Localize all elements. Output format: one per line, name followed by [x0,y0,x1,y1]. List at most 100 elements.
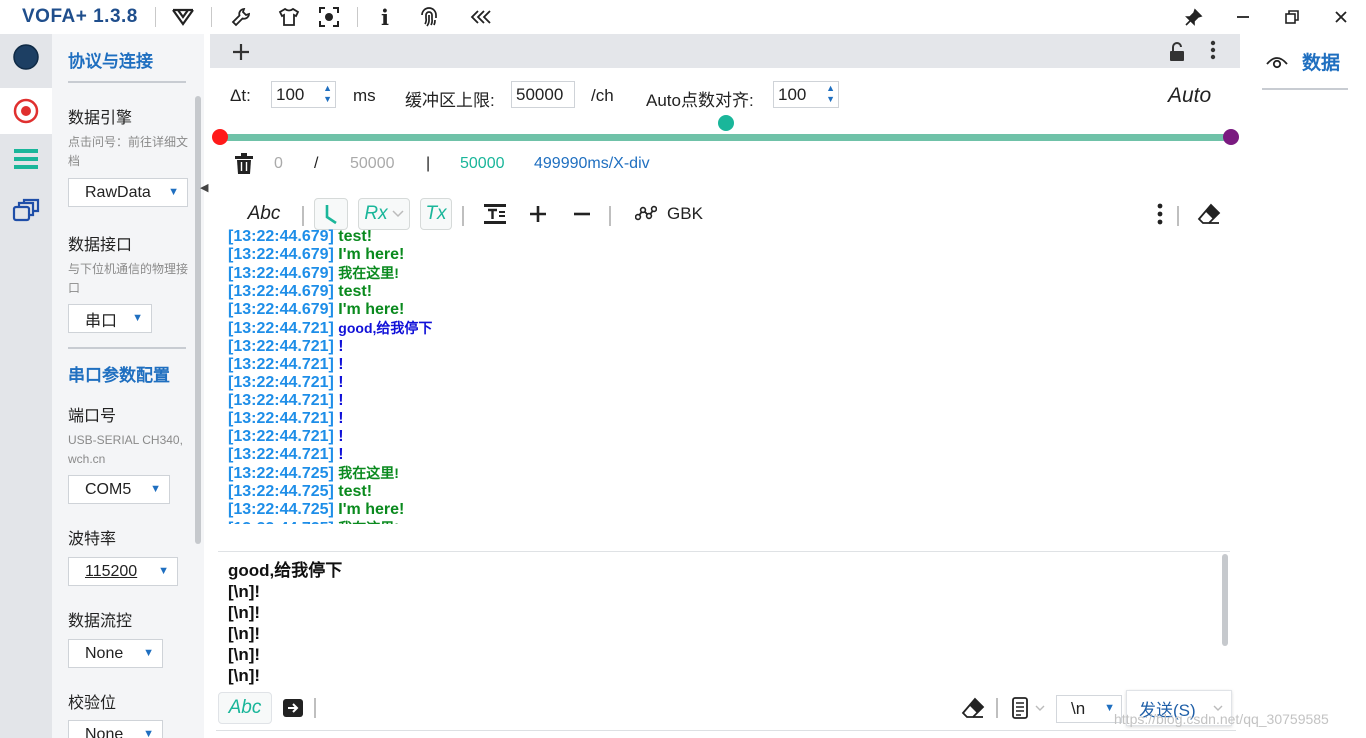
eraser-icon[interactable] [1194,198,1224,230]
section-title-protocol: 协议与连接 [68,52,153,71]
wrench-icon[interactable] [228,4,254,30]
buffer-input[interactable]: 50000 [511,81,575,108]
range-slider-mid-handle[interactable] [718,115,734,131]
section-divider [68,347,186,349]
more-vertical-icon[interactable] [1150,198,1170,230]
log-message: ! [338,446,344,463]
more-vertical-icon[interactable] [1210,40,1216,60]
collapse-panel-icon[interactable]: ◀ [200,181,208,194]
range-slider-left-handle[interactable] [212,129,228,145]
encoding-button[interactable]: GBK [626,198,712,230]
spin-arrows-icon[interactable]: ▲ ▼ [826,83,835,105]
buffer-info-row: 0 / 50000 | 50000 499990ms/X-div [210,146,1240,186]
buffer-unit: /ch [591,86,614,105]
send-file-icon[interactable] [278,692,308,724]
parity-select[interactable]: None ▼ [68,720,163,738]
auto-align-spinbox[interactable]: 100 ▲ ▼ [773,81,839,108]
left-panel-scrollbar[interactable] [195,96,201,544]
spin-arrows-icon[interactable]: ▲ ▼ [323,83,332,105]
timestamp-toggle-icon[interactable] [314,198,348,230]
log-line: [13:22:44.725] I'm here! [228,501,1228,519]
minimize-icon[interactable] [1229,3,1257,31]
send-textarea[interactable]: good,给我停下 [\n]! [\n]! [\n]! [\n]! [\n]! [228,560,1218,688]
log-message: ! [338,338,344,355]
flow-select[interactable]: None ▼ [68,639,163,668]
newline-select[interactable]: \n ▼ [1056,695,1122,723]
send-line: [\n]! [228,666,261,685]
log-timestamp: [13:22:44.679] [228,265,339,282]
dt-label: Δt: [230,86,251,105]
engine-select[interactable]: RawData ▼ [68,178,188,207]
log-message: I'm here! [338,246,405,263]
engine-hint[interactable]: 点击问号：前往详细文档 [68,133,190,171]
receive-log[interactable]: [13:22:44.679] test! [13:22:44.679] I'm h… [228,228,1228,524]
baud-select[interactable]: 115200 ▼ [68,557,178,586]
zoom-in-icon[interactable] [524,198,552,230]
auto-button[interactable]: Auto [1168,84,1211,108]
send-scrollbar[interactable] [1222,554,1228,646]
nav-connection-status[interactable] [0,34,52,80]
text-mode-button[interactable]: Abc [234,198,294,230]
log-line: [13:22:44.679] I'm here! [228,301,1228,319]
script-select[interactable] [1006,692,1050,724]
pane-divider[interactable] [218,551,1230,552]
log-line: [13:22:44.721] ! [228,446,1228,464]
send-line: good,给我停下 [228,561,343,580]
log-line: [13:22:44.679] test! [228,228,1228,246]
close-icon[interactable] [1327,3,1355,31]
log-timestamp: [13:22:44.721] [228,446,339,463]
toolbar-separator [1177,206,1179,226]
pin-icon[interactable] [1180,3,1208,31]
baud-select-value: 115200 [85,562,138,580]
dt-spinbox[interactable]: 100 ▲ ▼ [271,81,336,108]
info-icon[interactable]: i [372,4,398,30]
toolbar-separator [462,206,464,226]
log-line: [13:22:44.679] 我在这里! [228,264,1228,283]
chevron-down-icon: ▼ [150,483,161,495]
baud-label: 波特率 [68,531,117,548]
info-bar: | [426,155,431,172]
log-line: [13:22:44.725] test! [228,483,1228,501]
text-format-icon[interactable] [480,198,510,230]
log-message: test! [338,283,373,300]
encoding-label: GBK [667,204,703,223]
toolbar-separator [302,206,304,226]
zoom-out-icon[interactable] [568,198,596,230]
toolbar-separator [314,698,316,718]
log-message: 我在这里! [338,465,399,481]
log-line: [13:22:44.679] test! [228,283,1228,301]
auto-align-label: Auto点数对齐: [646,91,754,110]
clear-send-eraser-icon[interactable] [958,692,988,724]
trash-icon[interactable] [234,153,254,180]
rx-toggle-button[interactable]: Rx [358,198,410,230]
interface-select-value: 串口 [85,312,118,330]
eye-icon [1266,56,1288,68]
title-separator [155,7,156,27]
chevron-down-icon: ▼ [168,186,179,198]
dt-value: 100 [276,84,305,104]
interface-select[interactable]: 串口 ▼ [68,304,152,333]
log-timestamp: [13:22:44.721] [228,374,339,391]
range-slider-track[interactable] [220,134,1232,141]
send-line: [\n]! [228,645,261,664]
vofa-logo-icon[interactable] [170,4,196,30]
range-slider-right-handle[interactable] [1223,129,1239,145]
rx-label: Rx [364,203,388,224]
nav-menu-icon[interactable] [0,136,52,182]
nav-record-button[interactable] [0,88,52,134]
port-select[interactable]: COM5 ▼ [68,475,170,504]
data-tab[interactable]: 数据 [1266,48,1340,75]
tx-toggle-button[interactable]: Tx [420,198,452,230]
tshirt-icon[interactable] [276,4,302,30]
log-line: [13:22:44.725] 我在这里! [228,464,1228,483]
add-tab-icon[interactable] [232,40,250,68]
restore-icon[interactable] [1278,3,1306,31]
collapse-left-icon[interactable] [469,4,495,30]
unlock-icon[interactable] [1168,42,1186,67]
screenshot-icon[interactable] [316,4,342,30]
send-text-mode-button[interactable]: Abc [218,692,272,724]
nav-windows-icon[interactable] [0,188,52,234]
newline-value: \n [1071,699,1086,718]
fingerprint-icon[interactable] [416,4,442,30]
chevron-down-icon [1035,705,1045,711]
